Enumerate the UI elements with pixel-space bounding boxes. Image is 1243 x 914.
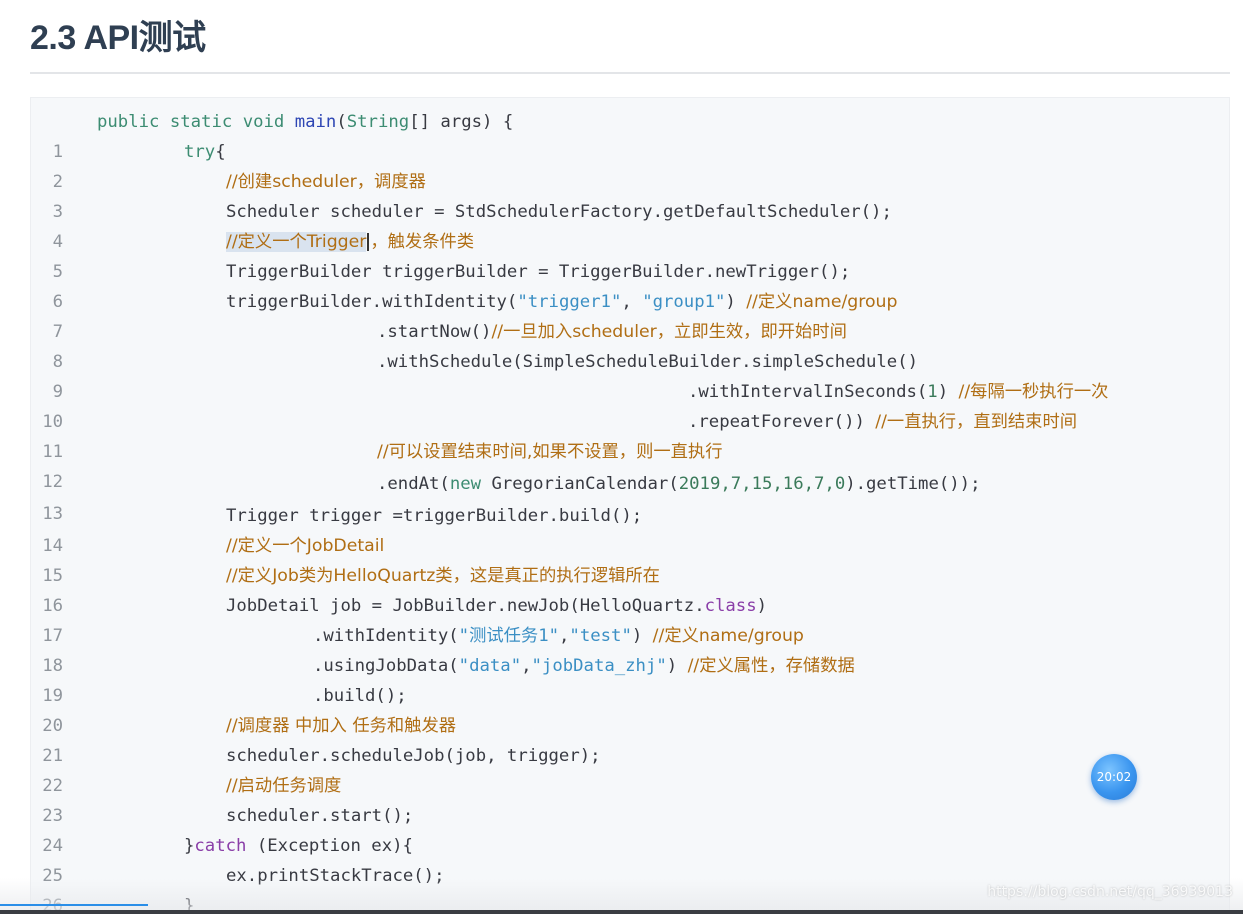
code-comment: //可以设置结束时间,如果不设置，则一直执行 — [377, 442, 723, 462]
code-text: try{ — [184, 142, 226, 162]
code-line: 17 JobDetail job = JobBuilder.newJob(Hel… — [31, 591, 1229, 646]
code-text: .withIdentity("测试任务1","test") //定义name/g… — [313, 626, 804, 646]
code-line: 19 .usingJobData("data","jobData_zhj") /… — [31, 651, 1229, 706]
code-line: 22 scheduler.scheduleJob(job, trigger); — [31, 741, 1229, 796]
timer-badge[interactable]: 20:02 — [1091, 754, 1137, 800]
code-line: 11 .repeatForever()) //一直执行，直到结束时间 — [31, 407, 1229, 462]
code-line: 7 triggerBuilder.withIdentity("trigger1"… — [31, 287, 1229, 342]
code-line: 12 //可以设置结束时间,如果不设置，则一直执行 — [31, 437, 1229, 492]
code-block[interactable]: 1 public static void main(String[] args)… — [30, 97, 1230, 914]
code-line: 24 scheduler.start(); — [31, 801, 1229, 856]
code-line: 16 //定义Job类为HelloQuartz类，这是真正的执行逻辑所在 — [31, 561, 1229, 616]
code-text: .build(); — [313, 686, 407, 706]
code-comment: //调度器 中加入 任务和触发器 — [226, 716, 457, 736]
code-comment: //启动任务调度 — [226, 776, 342, 796]
code-text: triggerBuilder.withIdentity("trigger1", … — [226, 292, 898, 312]
code-text: public static void main(String[] args) { — [97, 112, 514, 132]
code-line: 20 .build(); — [31, 681, 1229, 736]
code-text: .endAt(new GregorianCalendar(2019,7,15,1… — [377, 474, 981, 494]
selected-text: //定义一个Trigger — [226, 232, 367, 252]
heading-divider — [30, 72, 1230, 74]
code-line: 14 Trigger trigger =triggerBuilder.build… — [31, 501, 1229, 556]
progress-bar[interactable] — [0, 904, 148, 906]
code-text: }catch (Exception ex){ — [184, 836, 413, 856]
code-line: 4 Scheduler scheduler = StdSchedulerFact… — [31, 197, 1229, 252]
code-text: Scheduler scheduler = StdSchedulerFactor… — [226, 202, 892, 222]
code-comment: //定义Job类为HelloQuartz类，这是真正的执行逻辑所在 — [226, 566, 660, 586]
code-line: 21 //调度器 中加入 任务和触发器 — [31, 711, 1229, 766]
code-line: 5 //定义一个Trigger ，触发条件类 — [31, 227, 1229, 282]
code-line: 3 //创建scheduler，调度器 — [31, 167, 1229, 222]
code-text: Trigger trigger =triggerBuilder.build(); — [226, 506, 643, 526]
code-line: 8 .startNow()//一旦加入scheduler，立即生效，即开始时间 — [31, 317, 1229, 372]
page: 2.3 API测试 1 public static void main(Stri… — [0, 0, 1243, 914]
watermark: https://blog.csdn.net/qq_36939013 — [987, 884, 1233, 900]
code-line: 23 //启动任务调度 — [31, 771, 1229, 826]
code-line: 15 //定义一个JobDetail — [31, 531, 1229, 586]
code-line: 9 .withSchedule(SimpleScheduleBuilder.si… — [31, 347, 1229, 402]
code-text: JobDetail job = JobBuilder.newJob(HelloQ… — [226, 596, 768, 616]
code-text: scheduler.start(); — [226, 806, 414, 826]
code-text: TriggerBuilder triggerBuilder = TriggerB… — [226, 262, 851, 282]
section-heading: 2.3 API测试 — [30, 19, 206, 57]
code-comment: //定义一个JobDetail — [226, 536, 385, 556]
code-line: 1 public static void main(String[] args)… — [31, 107, 1229, 162]
code-text: .withIntervalInSeconds(1) //每隔一秒执行一次 — [688, 382, 1109, 402]
code-line: 10 .withIntervalInSeconds(1) //每隔一秒执行一次 — [31, 377, 1229, 432]
code-text: .usingJobData("data","jobData_zhj") //定义… — [313, 656, 855, 676]
code-text: .startNow()//一旦加入scheduler，立即生效，即开始时间 — [377, 322, 847, 342]
code-line: 13 .endAt(new GregorianCalendar(2019,7,1… — [31, 469, 1229, 524]
code-line: 25 }catch (Exception ex){ — [31, 831, 1229, 886]
code-text: .withSchedule(SimpleScheduleBuilder.simp… — [377, 352, 919, 372]
code-text: //定义一个Trigger ，触发条件类 — [226, 232, 475, 252]
code-text: scheduler.scheduleJob(job, trigger); — [226, 746, 601, 766]
code-text: .repeatForever()) //一直执行，直到结束时间 — [688, 412, 1078, 432]
code-line: 6 TriggerBuilder triggerBuilder = Trigge… — [31, 257, 1229, 312]
code-comment: //创建scheduler，调度器 — [226, 172, 426, 192]
bottom-strip — [0, 910, 1243, 914]
code-line: 18 .withIdentity("测试任务1","test") //定义nam… — [31, 621, 1229, 676]
code-line: 2 try{ — [31, 137, 1229, 192]
